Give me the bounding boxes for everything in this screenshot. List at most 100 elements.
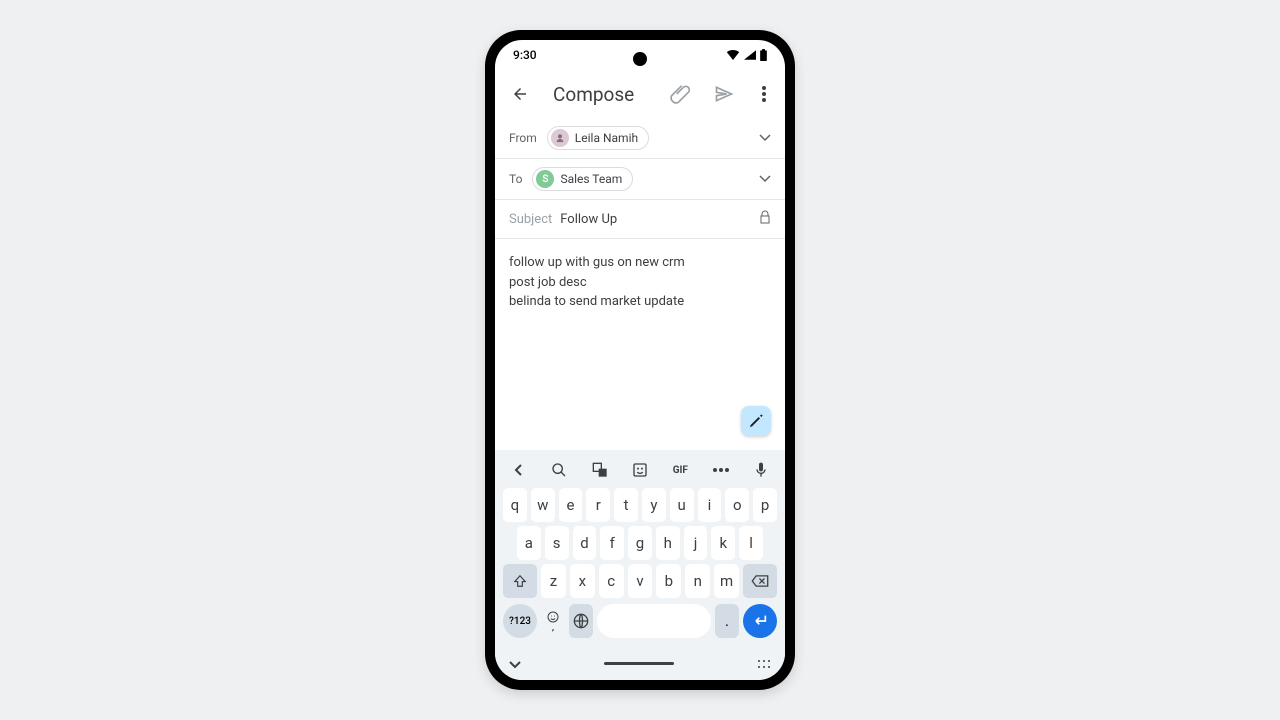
key-q[interactable]: q: [503, 488, 527, 522]
subject-row[interactable]: Subject Follow Up: [495, 200, 785, 239]
key-numbers[interactable]: ?123: [503, 604, 537, 638]
subject-input[interactable]: Follow Up: [560, 212, 617, 227]
chevron-down-icon: [759, 175, 771, 183]
keyboard-toolbar: GIF: [499, 454, 781, 486]
key-d[interactable]: d: [573, 526, 597, 560]
key-shift[interactable]: [503, 564, 537, 598]
key-z[interactable]: z: [541, 564, 566, 598]
key-a[interactable]: a: [517, 526, 541, 560]
paperclip-icon: [670, 84, 690, 104]
email-body[interactable]: follow up with gus on new crm post job d…: [495, 239, 785, 450]
key-i[interactable]: i: [698, 488, 722, 522]
attach-button[interactable]: [669, 83, 691, 105]
avatar-from: [551, 129, 569, 147]
keyboard-menu[interactable]: [757, 654, 771, 673]
key-e[interactable]: e: [559, 488, 583, 522]
key-backspace[interactable]: [743, 564, 777, 598]
key-w[interactable]: w: [531, 488, 555, 522]
key-c[interactable]: c: [599, 564, 624, 598]
nav-bar: [495, 646, 785, 680]
key-v[interactable]: v: [628, 564, 653, 598]
magic-pen-icon: [748, 413, 764, 429]
globe-icon: [573, 613, 589, 629]
status-icons: [726, 49, 767, 61]
battery-icon: [760, 49, 767, 61]
kb-more[interactable]: [711, 460, 731, 480]
key-p[interactable]: p: [753, 488, 777, 522]
shift-icon: [513, 574, 527, 588]
key-k[interactable]: k: [711, 526, 735, 560]
subject-label: Subject: [509, 212, 552, 227]
key-y[interactable]: y: [642, 488, 666, 522]
search-icon: [551, 462, 567, 478]
to-name: Sales Team: [560, 172, 622, 186]
more-button[interactable]: [757, 83, 771, 105]
key-g[interactable]: g: [628, 526, 652, 560]
kb-search[interactable]: [549, 460, 569, 480]
grid-icon: [757, 659, 771, 669]
app-bar: Compose: [495, 70, 785, 118]
camera-cutout: [633, 52, 647, 66]
emoji-icon: [547, 611, 559, 623]
key-space[interactable]: [597, 604, 711, 638]
key-m[interactable]: m: [714, 564, 739, 598]
kb-translate[interactable]: [590, 460, 610, 480]
key-s[interactable]: s: [545, 526, 569, 560]
from-row[interactable]: From Leila Namih: [495, 118, 785, 159]
keyboard: GIF q w e r t y u i o p a s d f g h j k …: [495, 450, 785, 646]
kb-row-2: a s d f g h j k l: [499, 524, 781, 562]
key-t[interactable]: t: [614, 488, 638, 522]
to-label: To: [509, 172, 522, 186]
key-u[interactable]: u: [670, 488, 694, 522]
key-n[interactable]: n: [685, 564, 710, 598]
page-title: Compose: [553, 83, 647, 106]
key-h[interactable]: h: [656, 526, 680, 560]
sticker-icon: [632, 462, 648, 478]
arrow-left-icon: [511, 85, 529, 103]
key-j[interactable]: j: [684, 526, 708, 560]
key-period[interactable]: .: [715, 604, 739, 638]
key-f[interactable]: f: [600, 526, 624, 560]
translate-icon: [592, 462, 608, 478]
kb-sticker[interactable]: [630, 460, 650, 480]
chevron-left-icon: [514, 464, 524, 476]
kb-gif[interactable]: GIF: [670, 460, 690, 480]
clock: 9:30: [513, 48, 537, 62]
key-o[interactable]: o: [725, 488, 749, 522]
kb-mic[interactable]: [751, 460, 771, 480]
key-l[interactable]: l: [739, 526, 763, 560]
avatar-to: S: [536, 170, 554, 188]
more-horiz-icon: [713, 468, 729, 472]
smart-compose-fab[interactable]: [741, 406, 771, 436]
kb-row-1: q w e r t y u i o p: [499, 486, 781, 524]
signal-icon: [744, 50, 756, 60]
expand-to[interactable]: [759, 172, 771, 186]
expand-from[interactable]: [759, 131, 771, 145]
kb-row-3: z x c v b n m: [499, 562, 781, 600]
comma-label: ,: [552, 623, 554, 632]
back-button[interactable]: [509, 83, 531, 105]
chevron-down-icon: [759, 134, 771, 142]
from-label: From: [509, 131, 537, 145]
key-r[interactable]: r: [586, 488, 610, 522]
gesture-handle[interactable]: [604, 662, 674, 665]
from-chip[interactable]: Leila Namih: [547, 126, 649, 150]
body-line: belinda to send market update: [509, 292, 771, 312]
body-line: follow up with gus on new crm: [509, 253, 771, 273]
kb-back[interactable]: [509, 460, 529, 480]
to-row[interactable]: To S Sales Team: [495, 159, 785, 200]
to-chip[interactable]: S Sales Team: [532, 167, 633, 191]
wifi-icon: [726, 50, 740, 60]
key-x[interactable]: x: [570, 564, 595, 598]
key-language[interactable]: [569, 604, 593, 638]
key-emoji[interactable]: ,: [541, 604, 565, 638]
backspace-icon: [751, 574, 769, 588]
kb-row-4: ?123 , .: [499, 600, 781, 638]
phone-frame: 9:30 Compose From Leila Namih: [485, 30, 795, 690]
enter-icon: [752, 614, 768, 628]
send-button[interactable]: [713, 83, 735, 105]
key-b[interactable]: b: [656, 564, 681, 598]
key-enter[interactable]: [743, 604, 777, 638]
collapse-keyboard[interactable]: [509, 654, 521, 673]
from-name: Leila Namih: [575, 131, 638, 145]
